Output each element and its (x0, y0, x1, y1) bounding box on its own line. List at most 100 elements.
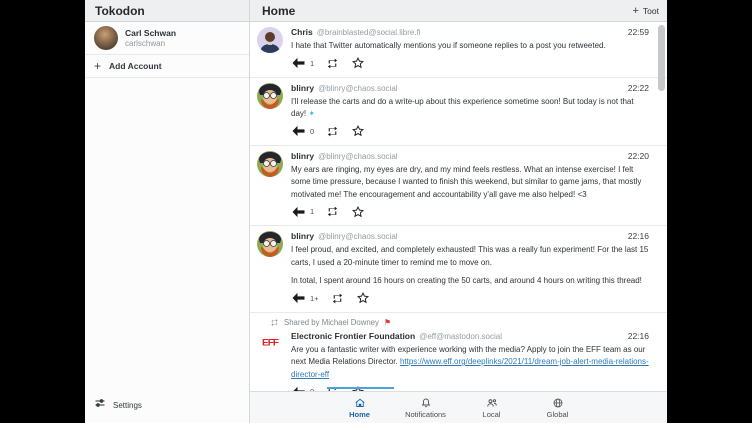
reply-arrow-icon (291, 125, 306, 137)
boost-icon (326, 57, 339, 70)
star-icon (356, 291, 370, 305)
tab-home[interactable]: Home (327, 397, 393, 419)
post-content: Are you a fantastic writer with experien… (291, 344, 649, 382)
toot-label: Toot (643, 6, 659, 16)
tab-notifications-label: Notifications (405, 410, 446, 419)
reply-count: 1 (310, 207, 314, 216)
post-author[interactable]: Chris (291, 27, 313, 38)
add-account-label: Add Account (109, 61, 162, 71)
flag-emoji: ⚑ (384, 319, 391, 327)
post[interactable]: blinry @blinry@chaos.social 22:22 I'll r… (250, 78, 667, 146)
favourite-button[interactable] (356, 291, 370, 305)
account-row[interactable]: Carl Schwan carlschwan (85, 22, 249, 54)
reply-count: 1+ (310, 294, 319, 303)
favourite-button[interactable] (351, 56, 365, 70)
post[interactable]: blinry @blinry@chaos.social 22:20 My ear… (250, 146, 667, 227)
star-icon (351, 56, 365, 70)
sliders-icon (94, 396, 106, 414)
app-window: Tokodon Carl Schwan carlschwan + Add Acc… (85, 0, 667, 423)
post-handle[interactable]: @blinry@chaos.social (318, 231, 397, 242)
reply-arrow-icon (291, 206, 306, 218)
plus-icon: + (632, 5, 638, 17)
account-name: Carl Schwan (125, 28, 176, 39)
link-highlight-bar (327, 387, 394, 389)
tab-notifications[interactable]: Notifications (393, 397, 459, 419)
shared-by-label: Shared by Michael Downey (284, 318, 379, 328)
post-avatar[interactable] (257, 83, 283, 109)
boost-attribution: Shared by Michael Downey ⚑ (257, 318, 649, 328)
reply-count: 0 (310, 127, 314, 136)
reply-arrow-icon (291, 57, 306, 69)
boost-icon (331, 292, 344, 305)
settings-button[interactable]: Settings (85, 390, 249, 423)
reply-button[interactable]: 0 (291, 386, 314, 392)
post-avatar[interactable] (257, 27, 283, 53)
post-time: 22:22 (628, 83, 649, 94)
boost-button[interactable] (326, 125, 339, 138)
account-info: Carl Schwan carlschwan (125, 28, 176, 49)
boost-button[interactable] (326, 205, 339, 218)
tab-global-label: Global (547, 410, 569, 419)
bell-icon (420, 397, 432, 409)
main-pane: Home + Toot (250, 0, 667, 423)
page-title: Home (262, 4, 295, 18)
post-avatar[interactable] (257, 151, 283, 177)
post-avatar[interactable]: EFF (257, 331, 283, 357)
bottom-nav: Home Notifications Local Global (250, 391, 667, 423)
toot-button[interactable]: + Toot (632, 5, 659, 17)
post-time: 22:59 (628, 27, 649, 38)
settings-label: Settings (113, 401, 142, 410)
boost-icon (326, 125, 339, 138)
post-content: I hate that Twitter automatically mentio… (291, 40, 649, 53)
account-username: carlschwan (125, 39, 176, 49)
reply-arrow-icon (291, 292, 306, 304)
timeline: Chris @brainblasted@social.libre.fi 22:5… (250, 22, 667, 391)
post-content: In total, I spent around 16 hours on cre… (291, 275, 649, 288)
post-avatar[interactable] (257, 231, 283, 257)
reply-count: 0 (310, 387, 314, 391)
star-icon (351, 124, 365, 138)
post-handle[interactable]: @blinry@chaos.social (318, 83, 397, 94)
tab-home-label: Home (349, 410, 370, 419)
reply-button[interactable]: 0 (291, 125, 314, 137)
favourite-button[interactable] (351, 205, 365, 219)
app-title: Tokodon (95, 4, 145, 18)
post[interactable]: Chris @brainblasted@social.libre.fi 22:5… (250, 22, 667, 78)
reply-arrow-icon (291, 386, 306, 392)
tab-local[interactable]: Local (459, 397, 525, 419)
sparkle-emoji: ✦ (308, 109, 315, 118)
post-author[interactable]: Electronic Frontier Foundation (291, 331, 415, 342)
post-content: My ears are ringing, my eyes are dry, an… (291, 164, 649, 202)
star-icon (351, 205, 365, 219)
post-handle[interactable]: @brainblasted@social.libre.fi (317, 27, 421, 38)
post-content: I feel proud, and excited, and completel… (291, 244, 649, 269)
globe-icon (552, 397, 564, 409)
boost-icon (270, 318, 279, 327)
home-icon (354, 397, 366, 409)
post-handle[interactable]: @blinry@chaos.social (318, 151, 397, 162)
reply-button[interactable]: 1 (291, 57, 314, 69)
post-handle[interactable]: @eff@mastodon.social (419, 331, 502, 342)
reply-button[interactable]: 1+ (291, 292, 319, 304)
post-author[interactable]: blinry (291, 151, 314, 162)
tab-local-label: Local (483, 410, 501, 419)
add-account-button[interactable]: + Add Account (85, 55, 249, 77)
boost-button[interactable] (326, 57, 339, 70)
post[interactable]: blinry @blinry@chaos.social 22:16 I feel… (250, 226, 667, 313)
post-content: I'll release the carts and do a write-up… (291, 96, 649, 121)
user-avatar[interactable] (94, 26, 118, 50)
post-time: 22:16 (628, 231, 649, 242)
post-author[interactable]: blinry (291, 231, 314, 242)
post-time: 22:20 (628, 151, 649, 162)
sidebar-header: Tokodon (85, 0, 249, 22)
sidebar: Tokodon Carl Schwan carlschwan + Add Acc… (85, 0, 250, 423)
tab-global[interactable]: Global (525, 397, 591, 419)
scrollbar-thumb[interactable] (658, 25, 665, 91)
favourite-button[interactable] (351, 124, 365, 138)
post-author[interactable]: blinry (291, 83, 314, 94)
post[interactable]: Shared by Michael Downey ⚑ EFF Electroni… (250, 313, 667, 392)
people-icon (486, 397, 498, 409)
reply-button[interactable]: 1 (291, 206, 314, 218)
boost-button[interactable] (331, 292, 344, 305)
main-header: Home + Toot (250, 0, 667, 22)
